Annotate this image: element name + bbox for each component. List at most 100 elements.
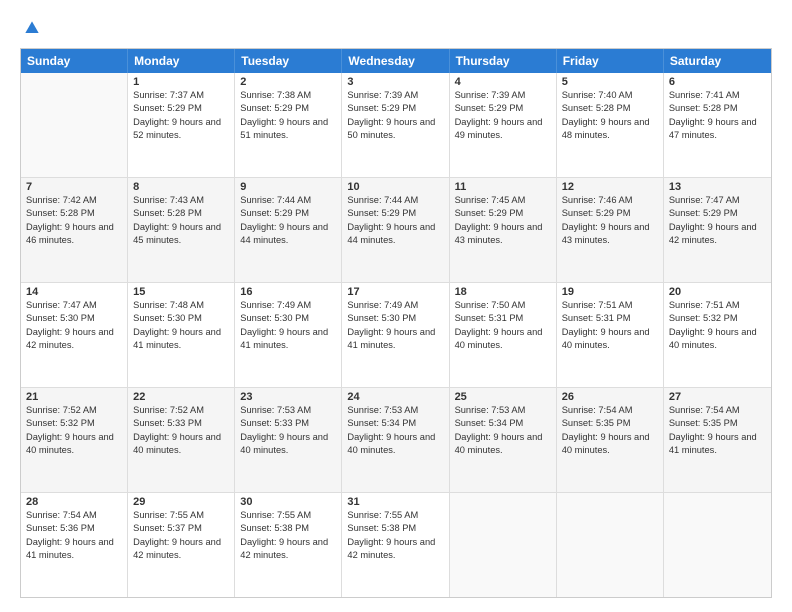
cal-cell-2-2: 8Sunrise: 7:43 AM Sunset: 5:28 PM Daylig… [128, 178, 235, 282]
logo [20, 18, 42, 38]
day-info: Sunrise: 7:39 AM Sunset: 5:29 PM Dayligh… [347, 89, 443, 143]
day-number: 18 [455, 286, 551, 298]
day-number: 24 [347, 391, 443, 403]
cal-cell-2-4: 10Sunrise: 7:44 AM Sunset: 5:29 PM Dayli… [342, 178, 449, 282]
cal-cell-2-3: 9Sunrise: 7:44 AM Sunset: 5:29 PM Daylig… [235, 178, 342, 282]
day-info: Sunrise: 7:53 AM Sunset: 5:34 PM Dayligh… [455, 404, 551, 458]
calendar-body: 1Sunrise: 7:37 AM Sunset: 5:29 PM Daylig… [21, 73, 771, 597]
day-info: Sunrise: 7:49 AM Sunset: 5:30 PM Dayligh… [347, 299, 443, 353]
day-info: Sunrise: 7:47 AM Sunset: 5:29 PM Dayligh… [669, 194, 766, 248]
cal-cell-1-6: 5Sunrise: 7:40 AM Sunset: 5:28 PM Daylig… [557, 73, 664, 177]
day-number: 16 [240, 286, 336, 298]
cal-cell-5-2: 29Sunrise: 7:55 AM Sunset: 5:37 PM Dayli… [128, 493, 235, 597]
day-info: Sunrise: 7:42 AM Sunset: 5:28 PM Dayligh… [26, 194, 122, 248]
calendar-row-5: 28Sunrise: 7:54 AM Sunset: 5:36 PM Dayli… [21, 492, 771, 597]
cal-cell-3-6: 19Sunrise: 7:51 AM Sunset: 5:31 PM Dayli… [557, 283, 664, 387]
cal-cell-4-2: 22Sunrise: 7:52 AM Sunset: 5:33 PM Dayli… [128, 388, 235, 492]
day-number: 4 [455, 76, 551, 88]
day-number: 2 [240, 76, 336, 88]
calendar: SundayMondayTuesdayWednesdayThursdayFrid… [20, 48, 772, 598]
day-info: Sunrise: 7:49 AM Sunset: 5:30 PM Dayligh… [240, 299, 336, 353]
day-number: 1 [133, 76, 229, 88]
day-number: 28 [26, 496, 122, 508]
cal-cell-5-5 [450, 493, 557, 597]
cal-cell-5-7 [664, 493, 771, 597]
day-info: Sunrise: 7:52 AM Sunset: 5:32 PM Dayligh… [26, 404, 122, 458]
header-cell-tuesday: Tuesday [235, 49, 342, 73]
day-info: Sunrise: 7:51 AM Sunset: 5:32 PM Dayligh… [669, 299, 766, 353]
day-info: Sunrise: 7:50 AM Sunset: 5:31 PM Dayligh… [455, 299, 551, 353]
day-info: Sunrise: 7:54 AM Sunset: 5:36 PM Dayligh… [26, 509, 122, 563]
cal-cell-2-1: 7Sunrise: 7:42 AM Sunset: 5:28 PM Daylig… [21, 178, 128, 282]
header-cell-wednesday: Wednesday [342, 49, 449, 73]
day-info: Sunrise: 7:52 AM Sunset: 5:33 PM Dayligh… [133, 404, 229, 458]
day-number: 21 [26, 391, 122, 403]
cal-cell-3-7: 20Sunrise: 7:51 AM Sunset: 5:32 PM Dayli… [664, 283, 771, 387]
header-cell-thursday: Thursday [450, 49, 557, 73]
day-number: 6 [669, 76, 766, 88]
cal-cell-4-1: 21Sunrise: 7:52 AM Sunset: 5:32 PM Dayli… [21, 388, 128, 492]
day-info: Sunrise: 7:37 AM Sunset: 5:29 PM Dayligh… [133, 89, 229, 143]
day-info: Sunrise: 7:46 AM Sunset: 5:29 PM Dayligh… [562, 194, 658, 248]
day-number: 3 [347, 76, 443, 88]
calendar-row-2: 7Sunrise: 7:42 AM Sunset: 5:28 PM Daylig… [21, 177, 771, 282]
header-cell-friday: Friday [557, 49, 664, 73]
day-number: 11 [455, 181, 551, 193]
cal-cell-1-7: 6Sunrise: 7:41 AM Sunset: 5:28 PM Daylig… [664, 73, 771, 177]
calendar-row-1: 1Sunrise: 7:37 AM Sunset: 5:29 PM Daylig… [21, 73, 771, 177]
cal-cell-1-3: 2Sunrise: 7:38 AM Sunset: 5:29 PM Daylig… [235, 73, 342, 177]
cal-cell-3-2: 15Sunrise: 7:48 AM Sunset: 5:30 PM Dayli… [128, 283, 235, 387]
cal-cell-2-7: 13Sunrise: 7:47 AM Sunset: 5:29 PM Dayli… [664, 178, 771, 282]
day-number: 8 [133, 181, 229, 193]
day-info: Sunrise: 7:54 AM Sunset: 5:35 PM Dayligh… [669, 404, 766, 458]
day-number: 13 [669, 181, 766, 193]
cal-cell-2-5: 11Sunrise: 7:45 AM Sunset: 5:29 PM Dayli… [450, 178, 557, 282]
calendar-header: SundayMondayTuesdayWednesdayThursdayFrid… [21, 49, 771, 73]
cal-cell-2-6: 12Sunrise: 7:46 AM Sunset: 5:29 PM Dayli… [557, 178, 664, 282]
day-number: 26 [562, 391, 658, 403]
day-info: Sunrise: 7:43 AM Sunset: 5:28 PM Dayligh… [133, 194, 229, 248]
cal-cell-1-5: 4Sunrise: 7:39 AM Sunset: 5:29 PM Daylig… [450, 73, 557, 177]
day-info: Sunrise: 7:51 AM Sunset: 5:31 PM Dayligh… [562, 299, 658, 353]
cal-cell-1-2: 1Sunrise: 7:37 AM Sunset: 5:29 PM Daylig… [128, 73, 235, 177]
day-number: 9 [240, 181, 336, 193]
cal-cell-5-1: 28Sunrise: 7:54 AM Sunset: 5:36 PM Dayli… [21, 493, 128, 597]
day-number: 12 [562, 181, 658, 193]
day-info: Sunrise: 7:39 AM Sunset: 5:29 PM Dayligh… [455, 89, 551, 143]
day-info: Sunrise: 7:47 AM Sunset: 5:30 PM Dayligh… [26, 299, 122, 353]
day-number: 17 [347, 286, 443, 298]
day-info: Sunrise: 7:41 AM Sunset: 5:28 PM Dayligh… [669, 89, 766, 143]
cal-cell-5-6 [557, 493, 664, 597]
day-info: Sunrise: 7:44 AM Sunset: 5:29 PM Dayligh… [240, 194, 336, 248]
cal-cell-5-4: 31Sunrise: 7:55 AM Sunset: 5:38 PM Dayli… [342, 493, 449, 597]
cal-cell-3-3: 16Sunrise: 7:49 AM Sunset: 5:30 PM Dayli… [235, 283, 342, 387]
day-info: Sunrise: 7:53 AM Sunset: 5:34 PM Dayligh… [347, 404, 443, 458]
logo-icon [22, 18, 42, 38]
cal-cell-1-1 [21, 73, 128, 177]
cal-cell-5-3: 30Sunrise: 7:55 AM Sunset: 5:38 PM Dayli… [235, 493, 342, 597]
calendar-row-4: 21Sunrise: 7:52 AM Sunset: 5:32 PM Dayli… [21, 387, 771, 492]
day-info: Sunrise: 7:55 AM Sunset: 5:37 PM Dayligh… [133, 509, 229, 563]
day-number: 25 [455, 391, 551, 403]
day-number: 15 [133, 286, 229, 298]
day-info: Sunrise: 7:54 AM Sunset: 5:35 PM Dayligh… [562, 404, 658, 458]
page: SundayMondayTuesdayWednesdayThursdayFrid… [0, 0, 792, 612]
day-number: 5 [562, 76, 658, 88]
day-number: 30 [240, 496, 336, 508]
calendar-row-3: 14Sunrise: 7:47 AM Sunset: 5:30 PM Dayli… [21, 282, 771, 387]
header [20, 18, 772, 38]
day-info: Sunrise: 7:38 AM Sunset: 5:29 PM Dayligh… [240, 89, 336, 143]
cal-cell-3-1: 14Sunrise: 7:47 AM Sunset: 5:30 PM Dayli… [21, 283, 128, 387]
day-number: 7 [26, 181, 122, 193]
day-number: 27 [669, 391, 766, 403]
cal-cell-4-4: 24Sunrise: 7:53 AM Sunset: 5:34 PM Dayli… [342, 388, 449, 492]
day-number: 29 [133, 496, 229, 508]
day-info: Sunrise: 7:53 AM Sunset: 5:33 PM Dayligh… [240, 404, 336, 458]
cal-cell-1-4: 3Sunrise: 7:39 AM Sunset: 5:29 PM Daylig… [342, 73, 449, 177]
day-number: 22 [133, 391, 229, 403]
header-cell-sunday: Sunday [21, 49, 128, 73]
header-cell-monday: Monday [128, 49, 235, 73]
day-number: 19 [562, 286, 658, 298]
day-info: Sunrise: 7:55 AM Sunset: 5:38 PM Dayligh… [347, 509, 443, 563]
day-number: 20 [669, 286, 766, 298]
